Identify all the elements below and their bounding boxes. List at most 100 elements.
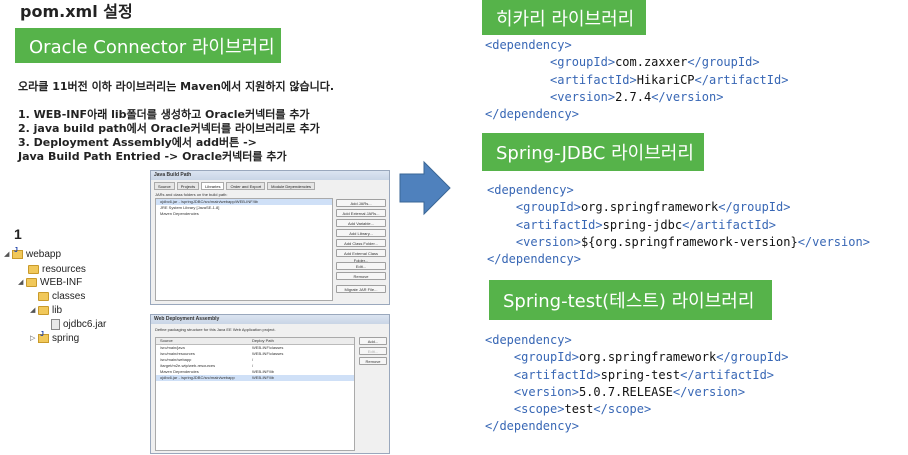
add-jars-button[interactable]: Add JARs... (336, 199, 386, 207)
folder-icon (38, 291, 49, 301)
tab-module-dependencies[interactable]: Module Dependencies (267, 182, 315, 190)
tree-item-ojdbc6[interactable]: ojdbc6.jar (51, 317, 106, 331)
oracle-note: 오라클 11버전 이하 라이브러리는 Maven에서 지원하지 않습니다. (18, 80, 335, 93)
spring-test-header-label: Spring-test(테스트) 라이브러리 (503, 291, 755, 312)
spring-test-header: Spring-test(테스트) 라이브러리 (489, 280, 772, 320)
tree-item-lib[interactable]: ◢ lib (30, 303, 62, 317)
oracle-connector-header: Oracle Connector 라이브러리 (15, 28, 281, 63)
folder-icon (26, 277, 37, 287)
xml-tag: <artifactId> (515, 217, 603, 232)
tree-item-label: classes (52, 290, 86, 302)
xml-tag: <artifactId> (550, 72, 637, 87)
step-3: 3. Deployment Assembly에서 add버튼 -> (18, 136, 257, 149)
expand-arrow-icon[interactable]: ◢ (18, 278, 26, 286)
remove-button[interactable]: Remove (336, 272, 386, 280)
group-id-value: com.zaxxer (615, 55, 688, 70)
xml-tag: <groupId> (515, 200, 581, 215)
xml-tag: </groupId> (716, 350, 789, 365)
hikari-header-label: 히카리 라이브러리 (496, 8, 635, 30)
xml-tag: <dependency> (487, 183, 574, 197)
add-external-class-folder-button[interactable]: Add External Class Folder... (336, 249, 386, 263)
add-button[interactable]: Add... (359, 337, 387, 345)
xml-tag: <groupId> (550, 55, 616, 70)
xml-tag: <version> (515, 234, 581, 249)
edit-button[interactable]: Edit... (336, 262, 386, 270)
tree-item-label: ojdbc6.jar (63, 318, 107, 330)
collapse-arrow-icon[interactable]: ▷ (30, 334, 38, 342)
java-build-path-dialog: Java Build Path Source Projects Librarie… (150, 170, 390, 305)
tab-libraries[interactable]: Libraries (201, 182, 225, 190)
tab-projects[interactable]: Projects (176, 182, 200, 190)
tree-item-label: webapp (26, 248, 62, 260)
page-title: pom.xml 설정 (20, 2, 133, 21)
expand-arrow-icon[interactable]: ◢ (4, 250, 12, 258)
xml-tag: </dependency> (487, 252, 581, 267)
spring-jdbc-header: Spring-JDBC 라이브러리 (482, 133, 704, 171)
edit-button[interactable]: Edit... (359, 347, 387, 355)
group-id-value: org.springframework (580, 200, 719, 215)
xml-tag: </dependency> (485, 419, 579, 434)
version-value: 5.0.7.RELEASE (578, 384, 673, 399)
dialog-caption: JARs and class folders on the build path… (155, 192, 228, 197)
build-path-list[interactable]: ojdbc6.jar - /springJDBC/src/main/webapp… (155, 198, 333, 301)
oracle-header-label: Oracle Connector 라이브러리 (29, 36, 275, 58)
dialog-caption: Define packaging structure for this Java… (155, 327, 276, 332)
artifact-id-value: spring-test (600, 367, 681, 382)
project-icon (38, 331, 49, 343)
dialog-title: Java Build Path (151, 171, 389, 180)
xml-tag: <version> (550, 89, 616, 104)
tree-item-webapp[interactable]: ◢ webapp (4, 247, 61, 261)
xml-tag: </version> (672, 384, 746, 399)
oracle-steps: 1. WEB-INF아래 lib폴더를 생성하고 Oracle커넥터를 추가 2… (18, 108, 320, 164)
xml-tag: <version> (513, 384, 579, 399)
spring-test-dependency-code: <dependency> <groupId>org.springframewor… (485, 332, 788, 436)
tree-item-label: resources (42, 263, 86, 275)
artifact-id-value: HikariCP (636, 72, 695, 87)
xml-tag: </dependency> (485, 107, 579, 122)
dialog-title: Web Deployment Assembly (151, 315, 389, 324)
add-class-folder-button[interactable]: Add Class Folder... (336, 239, 386, 247)
tree-item-web-inf[interactable]: ◢ WEB-INF (18, 275, 82, 289)
xml-tag: </version> (797, 234, 870, 249)
column-deploy-path[interactable]: Deploy Path (248, 338, 348, 344)
xml-tag: </groupId> (718, 200, 791, 215)
version-value: 2.7.4 (615, 89, 652, 104)
table-header: Source Deploy Path (156, 338, 354, 345)
folder-icon (38, 305, 49, 315)
xml-tag: </artifactId> (682, 217, 777, 232)
xml-tag: </artifactId> (680, 367, 775, 382)
jar-icon (51, 318, 60, 330)
xml-tag: <dependency> (485, 333, 572, 347)
xml-tag: <dependency> (485, 38, 572, 52)
table-cell: ojdbc6.jar - /springJDBC/src/main/webapp (160, 375, 235, 380)
tab-order-export[interactable]: Order and Export (226, 182, 266, 190)
migrate-jar-button[interactable]: Migrate JAR File... (336, 285, 386, 293)
tree-item-resources[interactable]: resources (28, 262, 86, 276)
xml-tag: </version> (651, 89, 724, 104)
tab-source[interactable]: Source (154, 182, 175, 190)
step-3-cont: Java Build Path Entried -> Oracle커넥터를 추가 (18, 150, 287, 163)
add-external-jars-button[interactable]: Add External JARs... (336, 209, 386, 217)
tree-item-label: WEB-INF (40, 276, 83, 288)
table-row[interactable]: ojdbc6.jar - /springJDBC/src/main/webapp… (156, 375, 354, 381)
xml-tag: <groupId> (513, 350, 579, 365)
tree-item-spring[interactable]: ▷ spring (30, 331, 79, 345)
add-variable-button[interactable]: Add Variable... (336, 219, 386, 227)
table-cell: WEB-INF/lib (252, 375, 274, 380)
dialog-tabs: Source Projects Libraries Order and Expo… (151, 180, 389, 190)
column-source[interactable]: Source (156, 338, 248, 344)
list-item[interactable]: Maven Dependencies (156, 211, 332, 217)
spring-jdbc-dependency-code: <dependency> <groupId>org.springframewor… (487, 182, 870, 268)
tree-item-classes[interactable]: classes (38, 289, 85, 303)
expand-arrow-icon[interactable]: ◢ (30, 306, 38, 314)
step-1: 1. WEB-INF아래 lib폴더를 생성하고 Oracle커넥터를 추가 (18, 108, 310, 121)
xml-tag: <scope> (513, 402, 565, 417)
group-id-value: org.springframework (578, 350, 717, 365)
folder-icon (28, 264, 39, 274)
deployment-table: Source Deploy Path /src/main/java WEB-IN… (155, 337, 355, 451)
xml-tag: </groupId> (687, 55, 760, 70)
scope-value: test (564, 402, 594, 417)
add-library-button[interactable]: Add Library... (336, 229, 386, 237)
xml-tag: <artifactId> (513, 367, 601, 382)
remove-button[interactable]: Remove (359, 357, 387, 365)
